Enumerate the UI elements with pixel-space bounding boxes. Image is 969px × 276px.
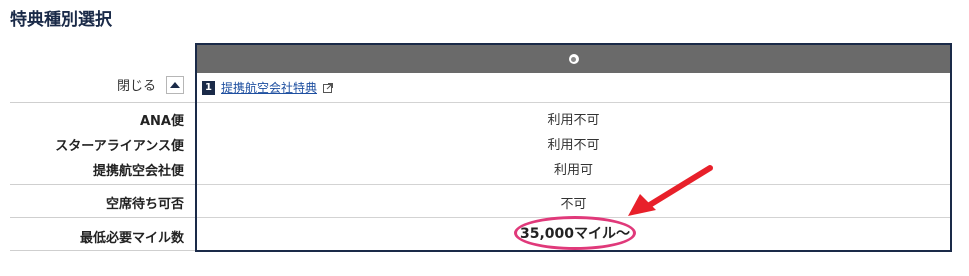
- radio-dot: [571, 56, 576, 62]
- label-divider: [10, 250, 196, 251]
- plan-panel-header: [197, 45, 950, 73]
- min-miles-label: 最低必要マイル数: [79, 231, 184, 246]
- partner-flight-value: 利用可: [553, 163, 593, 178]
- panel-divider: [197, 184, 950, 185]
- label-divider: [10, 217, 196, 218]
- ana-flight-value: 利用不可: [547, 113, 600, 128]
- collapse-up-icon: [170, 81, 180, 88]
- waitlist-value: 不可: [560, 197, 587, 212]
- collapse-button[interactable]: [166, 75, 184, 94]
- plan-number-badge: 1: [202, 80, 215, 95]
- radio-button-icon[interactable]: [568, 54, 579, 64]
- waitlist-label: 空席待ち可否: [105, 197, 184, 212]
- plan-title-row: 1 提携航空会社特典: [202, 79, 334, 96]
- plan-name-link[interactable]: 提携航空会社特典: [221, 79, 317, 96]
- external-link-icon[interactable]: [323, 82, 334, 93]
- highlight-ellipse: [514, 216, 636, 250]
- label-divider: [10, 184, 196, 185]
- min-miles-value: 35,000マイル〜: [514, 216, 636, 250]
- star-alliance-value: 利用不可: [547, 138, 600, 153]
- red-arrow-annotation: [628, 165, 713, 216]
- ana-flight-label: ANA便: [139, 114, 184, 129]
- panel-divider: [197, 102, 950, 103]
- partner-flight-label: 提携航空会社便: [92, 164, 184, 179]
- close-label[interactable]: 閉じる: [117, 75, 156, 94]
- label-divider: [10, 102, 196, 103]
- plan-panel: 1 提携航空会社特典 利用不可 利用不可 利用可 不可 35,000マイル〜: [195, 43, 952, 252]
- star-alliance-label: スターアライアンス便: [55, 139, 184, 154]
- close-control[interactable]: 閉じる: [117, 75, 184, 94]
